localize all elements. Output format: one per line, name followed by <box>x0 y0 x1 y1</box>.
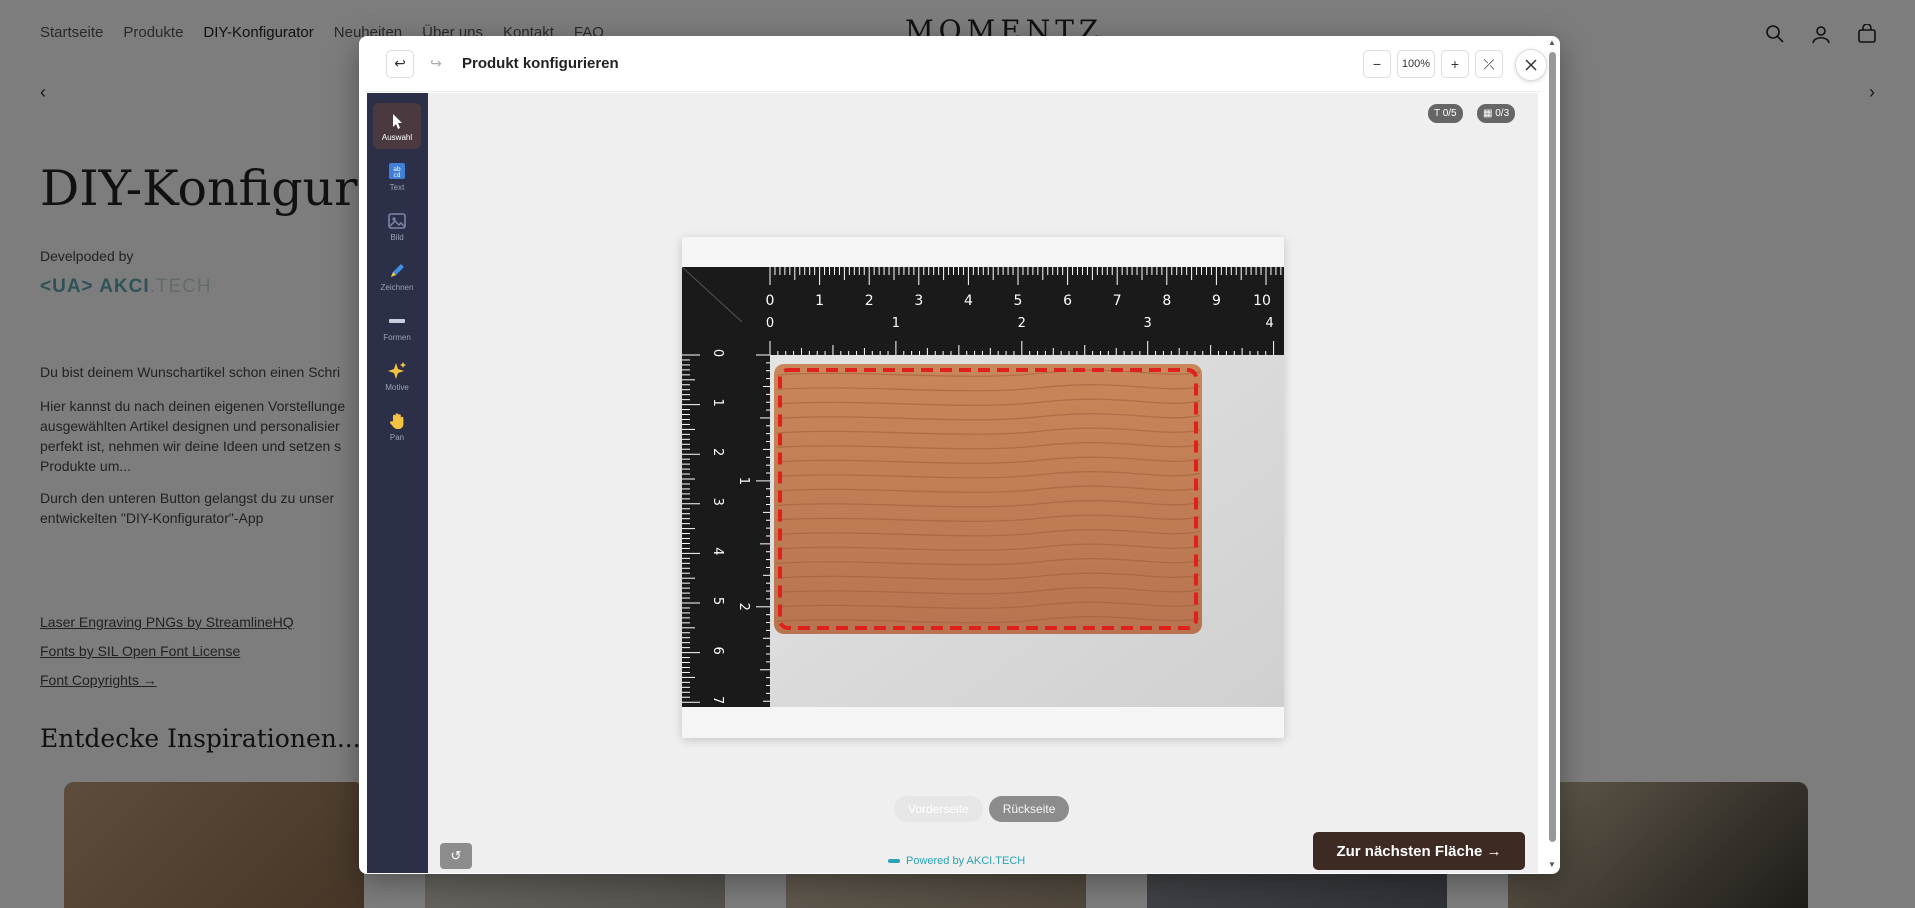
tool-label: Text <box>389 182 405 192</box>
sparkle-icon <box>388 361 406 379</box>
undo-button[interactable]: ↩ <box>386 49 414 78</box>
ruler-label: 4 <box>710 547 725 555</box>
zoom-out-button[interactable]: − <box>1363 50 1391 78</box>
ruler-label: 3 <box>914 293 923 309</box>
tool-draw[interactable]: Zeichnen <box>373 253 421 299</box>
modal-header: ↩ ↪ Produkt konfigurieren − 100% + ⤫ <box>366 36 1541 92</box>
ruler-label: 9 <box>1212 293 1221 309</box>
tool-pan[interactable]: Pan <box>373 403 421 449</box>
shape-icon <box>389 318 405 323</box>
ruler-label: 6 <box>1063 293 1072 309</box>
hand-icon <box>389 412 404 429</box>
tool-label: Zeichnen <box>380 282 414 292</box>
image-count-badge: ▦ 0/3 <box>1477 104 1516 123</box>
ruler-label: 0 <box>766 316 774 331</box>
ruler-label: 1 <box>736 477 751 485</box>
tool-label: Formen <box>383 332 411 342</box>
cursor-icon <box>393 113 402 129</box>
fit-view-button[interactable]: ⤫ <box>1475 50 1503 78</box>
ruler-label: 4 <box>964 293 973 309</box>
pen-icon <box>391 263 404 277</box>
tool-label: Motive <box>385 382 409 392</box>
close-icon <box>1525 59 1537 71</box>
reset-button[interactable]: ↺ <box>440 843 472 869</box>
text-count-badge: T 0/5 <box>1428 104 1463 123</box>
ruler-label: 8 <box>1162 293 1171 309</box>
product-image: 0 1 2 3 4 5 6 7 8 9 10 0 1 2 3 4 0 1 2 3 4 5 6 7 1 2 <box>682 267 1284 707</box>
ruler-label: 2 <box>1018 316 1026 331</box>
ruler-label: 3 <box>1144 316 1152 331</box>
tool-image[interactable]: Bild <box>373 203 421 249</box>
scroll-thumb[interactable] <box>1549 52 1556 842</box>
powered-by[interactable]: Powered by AKCI.TECH <box>888 855 1025 867</box>
text-icon: abcd <box>389 162 405 179</box>
tool-label: Bild <box>390 232 404 242</box>
next-surface-button[interactable]: Zur nächsten Fläche → <box>1313 832 1525 870</box>
side-toggle: Vorderseite Rückseite <box>894 796 1070 822</box>
tool-motifs[interactable]: Motive <box>373 353 421 399</box>
zoom-controls: − 100% + ⤫ <box>1363 50 1503 78</box>
modal-title: Produkt konfigurieren <box>462 55 619 72</box>
tool-text[interactable]: ab cd Text <box>373 153 421 199</box>
ruler-label: 10 <box>1253 293 1271 309</box>
ruler-label: 2 <box>865 293 874 309</box>
tool-shapes[interactable]: Formen <box>373 303 421 349</box>
tool-select[interactable]: Auswahl <box>373 103 421 149</box>
ruler-label: 1 <box>892 316 900 331</box>
ruler-label: 0 <box>710 349 725 357</box>
ruler-label: 4 <box>1265 316 1273 331</box>
ruler-label: 7 <box>1113 293 1122 309</box>
close-modal-button[interactable] <box>1515 49 1547 81</box>
ruler-label: 7 <box>710 696 725 704</box>
modal-scrollbar[interactable]: ▲ ▼ <box>1547 38 1557 870</box>
ruler-label: 0 <box>766 293 775 309</box>
redo-button[interactable]: ↪ <box>422 49 450 78</box>
ruler-label: 5 <box>710 597 725 605</box>
svg-text:cd: cd <box>393 172 400 179</box>
ruler-label: 3 <box>710 498 725 506</box>
tool-label: Auswahl <box>381 132 413 142</box>
zoom-in-button[interactable]: + <box>1441 50 1469 78</box>
akci-link-icon <box>888 859 900 863</box>
ruler-label: 1 <box>710 398 725 406</box>
ruler-label: 1 <box>815 293 824 309</box>
scroll-down-arrow[interactable]: ▼ <box>1547 860 1557 870</box>
side-front-button[interactable]: Vorderseite <box>894 796 983 822</box>
side-back-button[interactable]: Rückseite <box>988 796 1070 822</box>
tool-sidebar: Auswahl ab cd Text Bild Zeichnen Formen M… <box>367 93 428 873</box>
ruler-label: 2 <box>710 448 725 456</box>
powered-by-text: Powered by AKCI.TECH <box>906 855 1026 867</box>
tool-label: Pan <box>389 432 405 442</box>
ruler-label: 5 <box>1014 293 1023 309</box>
product-photo: 0 1 2 3 4 5 6 7 8 9 10 0 1 2 3 4 0 1 2 3 4 5 6 7 1 2 <box>682 267 1284 707</box>
ruler-label: 6 <box>710 646 725 654</box>
ruler-label: 2 <box>736 603 751 611</box>
zoom-level: 100% <box>1397 50 1435 78</box>
scroll-up-arrow[interactable]: ▲ <box>1547 38 1557 48</box>
image-icon <box>388 212 406 229</box>
